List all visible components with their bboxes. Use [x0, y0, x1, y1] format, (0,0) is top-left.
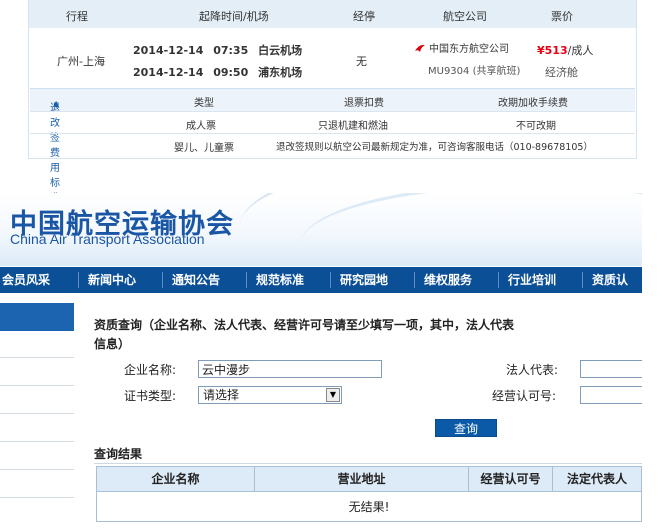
no-result-message: 无结果! — [97, 491, 641, 522]
sidebar-active-item[interactable] — [0, 303, 74, 331]
sidebar-divider — [0, 441, 74, 442]
depart-time: 07:35 — [213, 44, 249, 57]
flight-number: MU9304 (共享航班) — [428, 66, 521, 77]
cabin-class: 经济舱 — [545, 66, 578, 79]
airline-name: 中国东方航空公司 — [429, 44, 509, 55]
nav-item-news[interactable]: 新闻中心 — [88, 267, 136, 293]
results-table: 企业名称 营业地址 经营认可号 法定代表人 无结果! — [96, 466, 642, 522]
nav-separator — [414, 272, 415, 288]
sidebar-divider — [0, 357, 74, 358]
departure-row: 2014-12-14 07:35 白云机场 — [133, 40, 302, 62]
nav-separator — [330, 272, 331, 288]
flight-table-header: 行程 起降时间/机场 经停 航空公司 票价 — [29, 0, 636, 28]
site-banner: 中国航空运输协会 China Air Transport Association — [0, 193, 642, 266]
chevron-down-icon[interactable]: ▼ — [326, 388, 340, 402]
refund-col-refund: 退票扣费 — [344, 98, 384, 109]
nav-item-standards[interactable]: 规范标准 — [256, 267, 304, 293]
nav-item-members[interactable]: 会员风采 — [2, 267, 50, 293]
refund-rules-header: 退改签费用标准▲ 类型 退票扣费 改期加收手续费 — [30, 89, 635, 204]
nav-item-qualification[interactable]: 资质认 — [592, 267, 628, 293]
nav-item-notices[interactable]: 通知公告 — [172, 267, 220, 293]
refund-row-child: 婴儿、儿童票 退改签规则以航空公司最新规定为准，可咨询客服电话（010-8967… — [30, 133, 635, 156]
company-name-input[interactable] — [198, 360, 382, 378]
col-route-header: 行程 — [66, 10, 88, 23]
adult-refund-value: 只退机建和燃油 — [318, 121, 388, 132]
left-sidebar — [0, 303, 74, 532]
china-eastern-logo-icon — [414, 40, 426, 52]
sidebar-divider — [0, 385, 74, 386]
query-title: 资质查询（企业名称、法人代表、经营许可号请至少填写一项，其中，法人代表 — [94, 318, 515, 332]
nav-separator — [246, 272, 247, 288]
nav-item-research[interactable]: 研究园地 — [340, 267, 388, 293]
route: 广州-上海 — [57, 55, 105, 68]
refund-col-type: 类型 — [194, 98, 214, 109]
refund-rules-table: 退改签费用标准▲ 类型 退票扣费 改期加收手续费 成人票 只退机建和燃油 不可改… — [30, 88, 635, 204]
chevron-up-icon: ▲ — [53, 99, 60, 108]
price-unit: /成人 — [567, 44, 594, 57]
cert-type-select[interactable]: 请选择 ▼ — [198, 386, 342, 404]
results-divider — [94, 463, 642, 464]
nav-separator — [582, 272, 583, 288]
nav-separator — [162, 272, 163, 288]
nav-separator — [498, 272, 499, 288]
col-stops-header: 经停 — [353, 10, 375, 23]
legal-rep-input[interactable] — [580, 360, 642, 378]
results-title: 查询结果 — [94, 447, 143, 461]
arrive-time: 09:50 — [213, 66, 249, 79]
nav-item-training[interactable]: 行业培训 — [508, 267, 556, 293]
cata-website: 中国航空运输协会 China Air Transport Association… — [0, 193, 642, 532]
company-name-label: 企业名称: — [124, 363, 177, 377]
qualification-query-panel: 资质查询（企业名称、法人代表、经营许可号请至少填写一项，其中，法人代表 信息） … — [94, 303, 642, 532]
cert-type-label: 证书类型: — [124, 389, 177, 403]
license-no-input[interactable] — [580, 386, 642, 404]
query-title-cont: 信息） — [94, 337, 131, 351]
nav-item-rights[interactable]: 维权服务 — [424, 267, 472, 293]
col-airline-header: 航空公司 — [443, 10, 487, 23]
col-legal-rep: 法定代表人 — [553, 467, 641, 491]
price: ¥513/成人 经济舱 — [537, 40, 593, 84]
license-no-label: 经营认可号: — [492, 389, 557, 403]
adult-change-value: 不可改期 — [516, 121, 556, 132]
col-price-header: 票价 — [551, 10, 573, 23]
depart-date: 2014-12-14 — [133, 44, 204, 57]
col-time-header: 起降时间/机场 — [199, 10, 269, 23]
stops-value: 无 — [356, 55, 367, 68]
cert-type-selected: 请选择 — [203, 388, 240, 402]
sidebar-divider — [0, 497, 74, 498]
arrive-date: 2014-12-14 — [133, 66, 204, 79]
adult-ticket-label: 成人票 — [186, 121, 216, 132]
flight-times: 2014-12-14 07:35 白云机场 2014-12-14 09:50 浦… — [133, 40, 302, 84]
airline: 中国东方航空公司 MU9304 (共享航班) — [414, 39, 524, 83]
nav-separator — [78, 272, 79, 288]
child-rule-note: 退改签规则以航空公司最新规定为准，可咨询客服电话（010-89678105） — [276, 142, 593, 153]
flight-panel: 行程 起降时间/机场 经停 航空公司 票价 广州-上海 2014-12-14 0… — [28, 0, 637, 204]
col-license-no: 经营认可号 — [469, 467, 553, 491]
price-amount: ¥513 — [537, 44, 568, 57]
depart-airport: 白云机场 — [258, 44, 303, 57]
col-business-address: 营业地址 — [255, 467, 469, 491]
child-ticket-label: 婴儿、儿童票 — [174, 143, 234, 154]
site-logo-en: China Air Transport Association — [10, 231, 205, 247]
sidebar-divider — [0, 413, 74, 414]
arrive-airport: 浦东机场 — [258, 66, 303, 79]
legal-rep-label: 法人代表: — [506, 363, 559, 377]
main-nav: 会员风采 新闻中心 通知公告 规范标准 研究园地 维权服务 行业培训 资质认 — [0, 267, 642, 293]
col-company-name: 企业名称 — [97, 467, 255, 491]
query-button[interactable]: 查询 — [435, 419, 497, 437]
arrival-row: 2014-12-14 09:50 浦东机场 — [133, 62, 302, 84]
sidebar-divider — [0, 469, 74, 470]
refund-row-adult: 成人票 只退机建和燃油 不可改期 — [30, 111, 635, 134]
refund-col-change: 改期加收手续费 — [498, 98, 568, 109]
